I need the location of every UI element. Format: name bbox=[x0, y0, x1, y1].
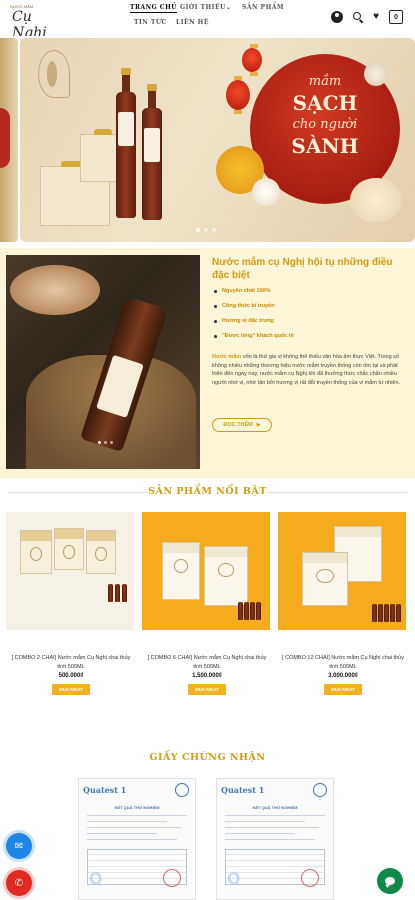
prev-slide-peek[interactable] bbox=[0, 38, 18, 242]
cart-icon[interactable]: 0 bbox=[389, 10, 403, 24]
certificates-title-text: GIẤY CHỨNG NHẬN bbox=[149, 752, 266, 763]
intro-paragraph: Nước mắm vốn là thứ gia vị không thể thi… bbox=[212, 353, 408, 387]
nav-item-news[interactable]: TIN TỨC bbox=[134, 19, 167, 26]
buy-now-button[interactable]: MUA NGAY bbox=[324, 684, 362, 695]
certificate-logo: Quatest 1 bbox=[83, 785, 127, 795]
products-title-text: SẢN PHẨM NỔI BẬT bbox=[148, 486, 267, 497]
certificate-logo: Quatest 1 bbox=[221, 785, 265, 795]
product-name[interactable]: [ COMBO 6 CHAI] Nước mắm Cụ Nghị chai th… bbox=[142, 654, 272, 671]
intro-para-text: vốn là thứ gia vị không thể thiếu văn hó… bbox=[212, 354, 401, 386]
product-name[interactable]: [ COMBO 12 CHAI] Nước mắm Cụ Nghị chai t… bbox=[278, 654, 408, 671]
flower-icon bbox=[350, 178, 402, 222]
lantern-icon bbox=[226, 76, 250, 114]
product-image[interactable] bbox=[6, 512, 134, 630]
fish-logo-icon bbox=[38, 50, 70, 98]
site-header: NƯỚC MẮM Cụ Nghị TRANG CHỦ GIỚI THIỆU⌄ S… bbox=[0, 0, 415, 41]
list-item: "Được lòng" khách quốc tế bbox=[212, 333, 408, 339]
certificate-image[interactable]: Quatest 1 KẾT QUẢ THỬ NGHIỆM Q bbox=[216, 778, 334, 900]
nav-item-products[interactable]: SẢN PHẨM bbox=[242, 4, 284, 11]
intro-slider-dots bbox=[98, 441, 113, 444]
product-image[interactable] bbox=[278, 512, 406, 630]
intro-image bbox=[6, 255, 200, 469]
flower-icon bbox=[252, 178, 280, 206]
list-item: Hương vị đặc trưng bbox=[212, 318, 408, 324]
certificate-heading: KẾT QUẢ THỬ NGHIỆM bbox=[252, 805, 298, 810]
intro-para-highlight: Nước mắm bbox=[212, 354, 242, 360]
user-icon[interactable] bbox=[331, 11, 344, 23]
messenger-icon: ✉ bbox=[14, 840, 24, 852]
intro-title: Nước mắm cụ Nghị hội tụ những điều đặc b… bbox=[212, 257, 393, 281]
slider-dot[interactable] bbox=[204, 228, 208, 232]
product-price: 500.000₫ bbox=[58, 673, 84, 679]
lantern-icon bbox=[242, 44, 262, 76]
slider-dot[interactable] bbox=[104, 441, 107, 444]
bottle-image bbox=[142, 84, 162, 220]
product-card[interactable]: [ COMBO 12 CHAI] Nước mắm Cụ Nghị chai t… bbox=[278, 512, 408, 695]
banner-line-1: mắm bbox=[308, 74, 342, 89]
slider-dot[interactable] bbox=[98, 441, 101, 444]
intro-section: Nước mắm cụ Nghị hội tụ những điều đặc b… bbox=[0, 248, 415, 478]
feature-list: Nguyên chất 100% Công thức bí truyền Hươ… bbox=[212, 288, 408, 348]
nav-item-contact[interactable]: LIÊN HỆ bbox=[176, 19, 209, 26]
products-section-title: SẢN PHẨM NỔI BẬT bbox=[0, 486, 415, 497]
search-icon[interactable] bbox=[353, 12, 363, 22]
buy-now-button[interactable]: MUA NGAY bbox=[188, 684, 226, 695]
slider-dots bbox=[196, 228, 216, 232]
banner-slogan: mắm SẠCH cho người SÀNH bbox=[270, 74, 380, 158]
certificate-heading: KẾT QUẢ THỬ NGHIỆM bbox=[114, 805, 160, 810]
page: NƯỚC MẮM Cụ Nghị TRANG CHỦ GIỚI THIỆU⌄ S… bbox=[0, 0, 415, 900]
nav-item-home[interactable]: TRANG CHỦ bbox=[130, 4, 177, 13]
product-card[interactable]: [ COMBO 6 CHAI] Nước mắm Cụ Nghị chai th… bbox=[142, 512, 272, 695]
slider-dot[interactable] bbox=[212, 228, 216, 232]
list-item: Nguyên chất 100% bbox=[212, 288, 408, 294]
hero-banner: mắm SẠCH cho người SÀNH bbox=[0, 36, 415, 244]
cart-count: 0 bbox=[394, 13, 398, 21]
product-price: 1.500.000₫ bbox=[192, 673, 222, 679]
slider-dot[interactable] bbox=[110, 441, 113, 444]
messenger-button[interactable]: ✉ bbox=[6, 833, 32, 859]
logo[interactable]: NƯỚC MẮM Cụ Nghị bbox=[10, 4, 47, 41]
nav-item-about[interactable]: GIỚI THIỆU⌄ bbox=[180, 4, 231, 11]
chat-bubble-icon bbox=[385, 877, 395, 885]
badge-icon bbox=[313, 783, 327, 797]
play-arrow-icon: ▶ bbox=[256, 422, 261, 428]
hero-slide[interactable]: mắm SẠCH cho người SÀNH bbox=[20, 38, 415, 242]
heart-icon[interactable]: ♥ bbox=[373, 12, 379, 22]
nav-item-about-label: GIỚI THIỆU bbox=[180, 4, 226, 11]
certificates-section-title: GIẤY CHỨNG NHẬN bbox=[0, 752, 415, 763]
phone-icon: ✆ bbox=[14, 877, 24, 889]
chevron-down-icon: ⌄ bbox=[225, 4, 232, 11]
header-icons: ♥ 0 bbox=[331, 10, 403, 24]
phone-button[interactable]: ✆ bbox=[6, 870, 32, 896]
banner-line-4: SÀNH bbox=[291, 134, 359, 158]
product-card[interactable]: [ COMBO 2 CHAI] Nước mắm Cụ Nghị chai th… bbox=[6, 512, 136, 695]
product-name[interactable]: [ COMBO 2 CHAI] Nước mắm Cụ Nghị chai th… bbox=[6, 654, 136, 671]
bottle-image bbox=[116, 68, 136, 218]
read-more-button[interactable]: ĐỌC THÊM ▶ bbox=[212, 418, 272, 432]
badge-icon bbox=[175, 783, 189, 797]
seal-icon bbox=[163, 869, 181, 887]
slider-dot[interactable] bbox=[196, 228, 200, 232]
list-item: Công thức bí truyền bbox=[212, 303, 408, 309]
seal-icon bbox=[301, 869, 319, 887]
product-price: 3.000.000₫ bbox=[328, 673, 358, 679]
certificate-image[interactable]: Quatest 1 KẾT QUẢ THỬ NGHIỆM Q bbox=[78, 778, 196, 900]
banner-line-3: cho người bbox=[292, 117, 358, 132]
chat-button[interactable] bbox=[377, 868, 403, 894]
buy-now-button[interactable]: MUA NGAY bbox=[52, 684, 90, 695]
product-image[interactable] bbox=[142, 512, 270, 630]
read-more-label: ĐỌC THÊM bbox=[223, 422, 253, 428]
banner-line-2: SẠCH bbox=[292, 91, 358, 115]
